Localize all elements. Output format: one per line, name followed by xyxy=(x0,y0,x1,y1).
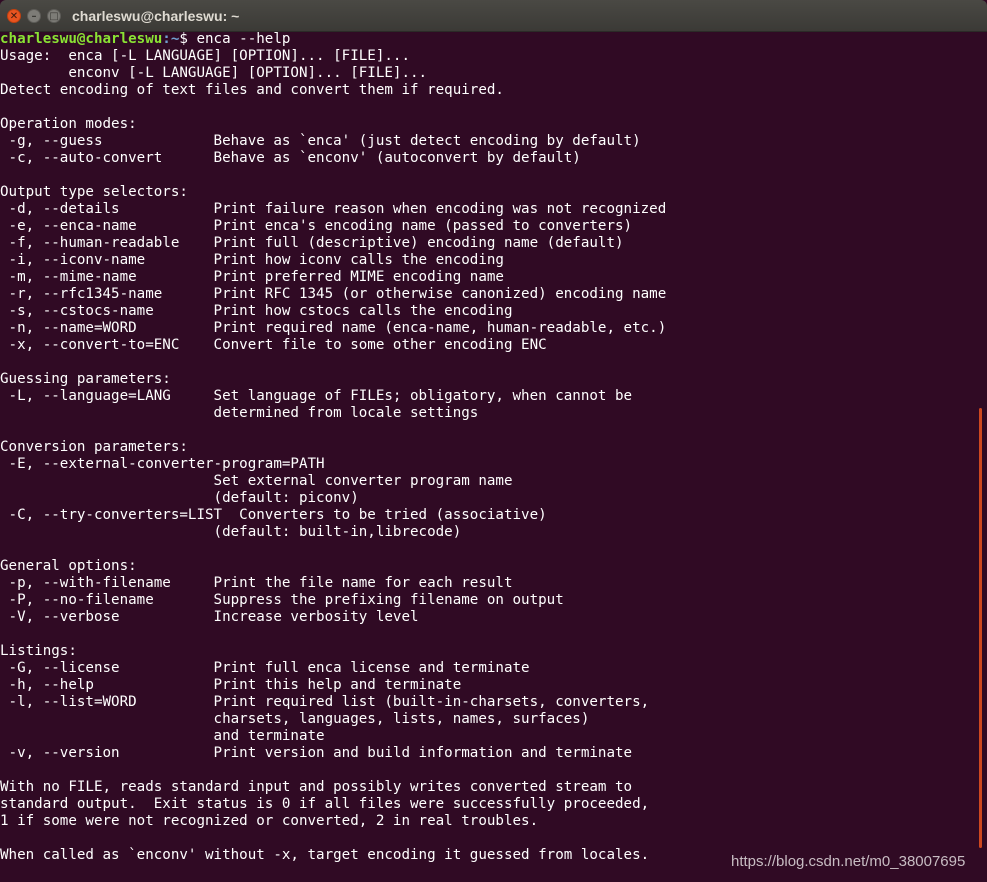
output-line: (default: built-in,librecode) xyxy=(0,524,462,540)
output-line: -d, --details Print failure reason when … xyxy=(0,201,667,217)
terminal-output[interactable]: charleswu@charleswu:~$ enca --help Usage… xyxy=(0,31,980,882)
output-line: standard output. Exit status is 0 if all… xyxy=(0,796,650,812)
window-title: charleswu@charleswu: ~ xyxy=(72,8,240,24)
output-line: -v, --version Print version and build in… xyxy=(0,745,633,761)
terminal-window: ✕ – □ charleswu@charleswu: ~ charleswu@c… xyxy=(0,0,987,882)
output-line: General options: xyxy=(0,558,137,574)
output-line: Usage: enca [-L LANGUAGE] [OPTION]... [F… xyxy=(0,48,410,64)
output-line: -E, --external-converter-program=PATH xyxy=(0,456,325,472)
output-line: -r, --rfc1345-name Print RFC 1345 (or ot… xyxy=(0,286,667,302)
prompt-command: $ enca --help xyxy=(179,31,291,47)
output-line: -e, --enca-name Print enca's encoding na… xyxy=(0,218,633,234)
output-line: -C, --try-converters=LIST Converters to … xyxy=(0,507,547,523)
output-line: Set external converter program name xyxy=(0,473,513,489)
output-line: Conversion parameters: xyxy=(0,439,188,455)
output-line: -x, --convert-to=ENC Convert file to som… xyxy=(0,337,547,353)
output-line: -p, --with-filename Print the file name … xyxy=(0,575,513,591)
output-line: -c, --auto-convert Behave as `enconv' (a… xyxy=(0,150,581,166)
output-line: Operation modes: xyxy=(0,116,137,132)
output-line: -m, --mime-name Print preferred MIME enc… xyxy=(0,269,504,285)
output-line: -L, --language=LANG Set language of FILE… xyxy=(0,388,633,404)
output-line: Output type selectors: xyxy=(0,184,188,200)
output-line: -i, --iconv-name Print how iconv calls t… xyxy=(0,252,504,268)
output-line: -h, --help Print this help and terminate xyxy=(0,677,462,693)
output-line: -V, --verbose Increase verbosity level xyxy=(0,609,419,625)
prompt-path: :~ xyxy=(162,31,180,47)
output-line: -l, --list=WORD Print required list (bui… xyxy=(0,694,650,710)
output-line: (default: piconv) xyxy=(0,490,359,506)
title-bar[interactable]: ✕ – □ charleswu@charleswu: ~ xyxy=(0,0,987,32)
close-icon[interactable]: ✕ xyxy=(7,9,21,23)
output-line: Listings: xyxy=(0,643,77,659)
output-line: and terminate xyxy=(0,728,325,744)
output-line: determined from locale settings xyxy=(0,405,479,421)
output-line: -n, --name=WORD Print required name (enc… xyxy=(0,320,667,336)
maximize-icon[interactable]: □ xyxy=(47,9,61,23)
output-line: With no FILE, reads standard input and p… xyxy=(0,779,633,795)
output-line: -f, --human-readable Print full (descrip… xyxy=(0,235,624,251)
output-line: enconv [-L LANGUAGE] [OPTION]... [FILE].… xyxy=(0,65,428,81)
watermark-text: https://blog.csdn.net/m0_38007695 xyxy=(731,853,966,870)
output-line: Detect encoding of text files and conver… xyxy=(0,82,504,98)
output-line: 1 if some were not recognized or convert… xyxy=(0,813,539,829)
output-line: -g, --guess Behave as `enca' (just detec… xyxy=(0,133,641,149)
output-line: -s, --cstocs-name Print how cstocs calls… xyxy=(0,303,513,319)
output-line: charsets, languages, lists, names, surfa… xyxy=(0,711,590,727)
minimize-icon[interactable]: – xyxy=(27,9,41,23)
scrollbar[interactable] xyxy=(979,408,982,848)
prompt-user-host: charleswu@charleswu xyxy=(0,31,163,47)
output-line: -G, --license Print full enca license an… xyxy=(0,660,530,676)
output-line: Guessing parameters: xyxy=(0,371,171,387)
output-line: -P, --no-filename Suppress the prefixing… xyxy=(0,592,564,608)
